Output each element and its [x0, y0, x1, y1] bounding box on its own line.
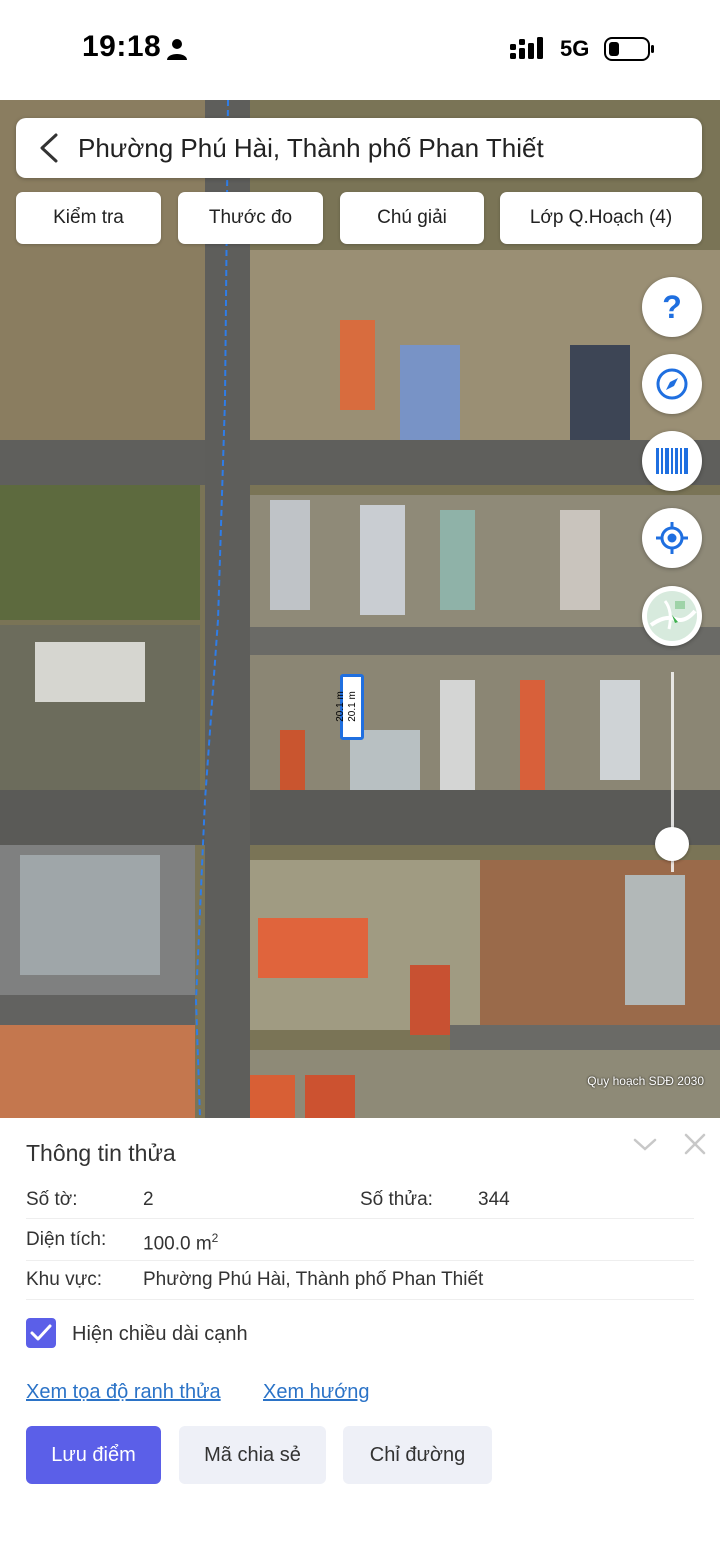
battery-icon	[604, 37, 654, 61]
map-layer-icon	[647, 591, 697, 641]
chevron-down-icon[interactable]	[632, 1132, 658, 1158]
help-icon: ?	[662, 288, 682, 325]
save-point-button[interactable]: Lưu điểm	[26, 1426, 161, 1484]
area-value: 100.0 m2	[143, 1231, 219, 1255]
show-edge-length-label[interactable]: Hiện chiều dài cạnh	[72, 1323, 248, 1346]
status-time: 19:18	[82, 30, 162, 63]
parcel-edge-label: 20.1 m	[334, 691, 346, 722]
selected-parcel[interactable]: 20.1 m 20.1 m	[335, 674, 364, 740]
parcel-number-value: 344	[478, 1189, 510, 1210]
search-bar[interactable]: Phường Phú Hài, Thành phố Phan Thiết	[16, 118, 702, 178]
sheet-title: Thông tin thửa	[26, 1140, 176, 1166]
locate-button[interactable]	[642, 508, 702, 568]
region-value: Phường Phú Hài, Thành phố Phan Thiết	[143, 1269, 484, 1290]
locate-icon	[656, 522, 688, 554]
view-boundary-coords-link[interactable]: Xem tọa độ ranh thửa	[26, 1381, 221, 1404]
check-button[interactable]: Kiểm tra	[16, 192, 161, 244]
region-label: Khu vực:	[26, 1269, 103, 1290]
legend-button[interactable]: Chú giải	[340, 192, 484, 244]
sheet-number-label: Số tờ:	[26, 1189, 78, 1210]
zoom-slider-handle[interactable]	[655, 827, 689, 861]
view-direction-link[interactable]: Xem hướng	[263, 1381, 370, 1404]
planning-layer-button[interactable]: Lớp Q.Hoạch (4)	[500, 192, 702, 244]
barcode-button[interactable]	[642, 431, 702, 491]
map-imagery[interactable]	[0, 100, 720, 1118]
map-attribution: Quy hoạch SDĐ 2030	[587, 1074, 704, 1088]
back-arrow-icon[interactable]	[36, 132, 64, 164]
divider	[26, 1218, 694, 1219]
checkmark-icon	[30, 1324, 52, 1341]
location-title[interactable]: Phường Phú Hài, Thành phố Phan Thiết	[78, 133, 544, 164]
status-bar: 19:18 5G	[0, 0, 720, 100]
person-icon	[167, 39, 187, 60]
divider	[26, 1260, 694, 1261]
compass-icon	[656, 368, 688, 400]
satellite-map[interactable]: Phường Phú Hài, Thành phố Phan Thiết Kiể…	[0, 100, 720, 1118]
measure-button[interactable]: Thước đo	[178, 192, 323, 244]
directions-button[interactable]: Chỉ đường	[343, 1426, 492, 1484]
help-button[interactable]: ?	[642, 277, 702, 337]
sheet-number-value: 2	[143, 1189, 154, 1210]
network-type: 5G	[560, 36, 590, 61]
signal-icon	[510, 37, 543, 59]
compass-button[interactable]	[642, 354, 702, 414]
show-edge-length-checkbox[interactable]	[26, 1318, 56, 1348]
close-icon[interactable]	[683, 1132, 707, 1156]
barcode-icon	[656, 448, 688, 474]
share-code-button[interactable]: Mã chia sẻ	[179, 1426, 326, 1484]
area-label: Diện tích:	[26, 1229, 107, 1250]
parcel-number-label: Số thửa:	[360, 1189, 433, 1210]
parcel-info-sheet: Thông tin thửa Số tờ: 2 Số thửa: 344 Diệ…	[0, 1118, 720, 1559]
divider	[26, 1299, 694, 1300]
map-layer-button[interactable]	[642, 586, 702, 646]
parcel-edge-label: 20.1 m	[346, 691, 358, 722]
